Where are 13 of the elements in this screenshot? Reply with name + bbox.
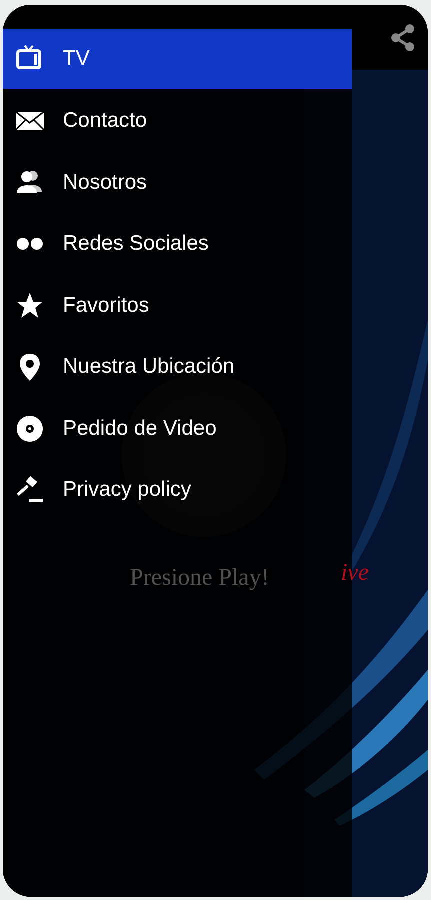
share-button[interactable] [390,24,416,52]
drawer-item[interactable]: Favoritos [3,275,352,336]
drawer-item[interactable]: Pedido de Video [3,398,352,460]
drawer-item[interactable]: Nuestra Ubicación [3,336,352,398]
star-icon [15,290,45,321]
drawer-item[interactable]: Nosotros [3,152,352,214]
drawer-item[interactable]: Contacto [3,90,352,152]
logo-text: ive [341,560,369,587]
drawer-item[interactable]: Privacy policy [3,460,352,521]
play-prompt-text: Presione Play! [130,565,270,592]
share-icon [390,24,416,52]
drawer-item[interactable]: Redes Sociales [3,214,352,275]
drawer-item[interactable]: TV [3,29,352,89]
